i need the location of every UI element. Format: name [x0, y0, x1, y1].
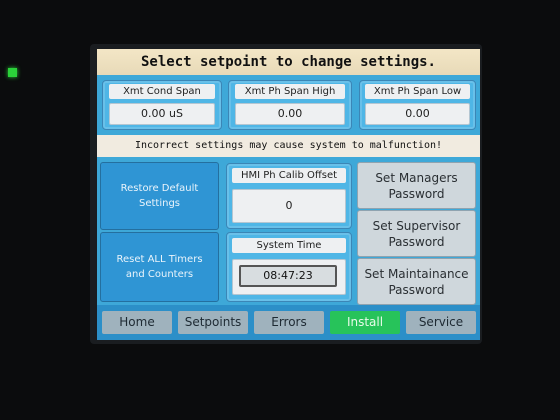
setpoint-label: Xmt Ph Span Low — [365, 84, 470, 99]
setpoint-value[interactable]: 0.00 — [235, 103, 345, 125]
nav-install[interactable]: Install — [330, 311, 400, 334]
setpoint-hmi-ph-calib-offset[interactable]: HMI Ph Calib Offset 0 — [226, 163, 352, 229]
reset-timers-counters-button[interactable]: Reset ALL Timers and Counters — [100, 232, 219, 302]
warning-banner: Incorrect settings may cause system to m… — [97, 135, 480, 157]
nav-setpoints[interactable]: Setpoints — [178, 311, 248, 334]
setpoint-xmt-ph-span-high[interactable]: Xmt Ph Span High 0.00 — [228, 80, 352, 130]
set-maintainance-password-button[interactable]: Set Maintainance Password — [357, 258, 476, 305]
setpoint-label: Xmt Ph Span High — [235, 84, 345, 99]
hmi-screen: Select setpoint to change settings. Xmt … — [97, 49, 480, 340]
button-label: Reset ALL Timers and Counters — [116, 254, 203, 280]
page-title: Select setpoint to change settings. — [97, 49, 480, 75]
set-managers-password-button[interactable]: Set Managers Password — [357, 162, 476, 209]
setpoint-label: Xmt Cond Span — [109, 84, 215, 99]
button-label: Restore Default Settings — [120, 183, 199, 209]
button-label: Set Maintainance Password — [364, 266, 469, 297]
system-time-value[interactable]: 08:47:23 — [239, 265, 337, 287]
nav-home[interactable]: Home — [102, 311, 172, 334]
nav-service[interactable]: Service — [406, 311, 476, 334]
nav-errors[interactable]: Errors — [254, 311, 324, 334]
status-led-icon — [8, 68, 17, 77]
system-time-label: System Time — [232, 238, 346, 253]
setpoint-xmt-ph-span-low[interactable]: Xmt Ph Span Low 0.00 — [359, 80, 476, 130]
set-supervisor-password-button[interactable]: Set Supervisor Password — [357, 210, 476, 257]
system-time-panel[interactable]: System Time 08:47:23 — [226, 232, 352, 302]
setpoint-value[interactable]: 0.00 — [365, 103, 470, 125]
button-label: Set Supervisor Password — [372, 218, 461, 249]
button-label: Set Managers Password — [375, 170, 458, 201]
setpoint-label: HMI Ph Calib Offset — [232, 168, 346, 183]
restore-default-settings-button[interactable]: Restore Default Settings — [100, 162, 219, 230]
bottom-nav: Home Setpoints Errors Install Service — [97, 305, 480, 340]
setpoint-value[interactable]: 0 — [232, 189, 346, 223]
setpoint-xmt-cond-span[interactable]: Xmt Cond Span 0.00 uS — [102, 80, 222, 130]
setpoint-value[interactable]: 0.00 uS — [109, 103, 215, 125]
